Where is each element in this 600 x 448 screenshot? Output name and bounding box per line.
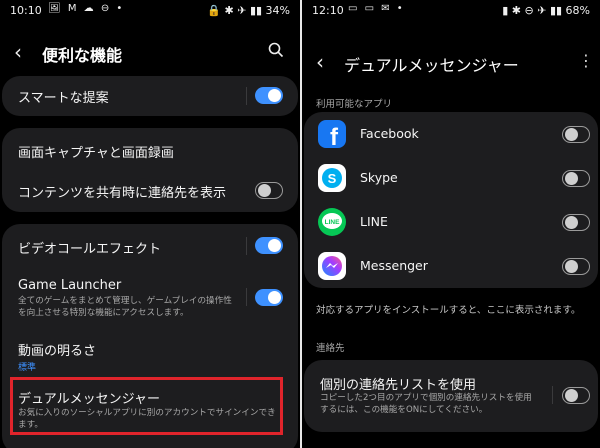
- svg-text:S: S: [328, 171, 337, 186]
- separator: [246, 288, 247, 306]
- messenger-toggle[interactable]: [562, 258, 590, 275]
- app-name: Messenger: [360, 258, 428, 273]
- search-icon[interactable]: [268, 42, 284, 58]
- line-toggle[interactable]: [562, 214, 590, 231]
- app-header: ‹ デュアルメッセンジャー ⋮: [302, 46, 600, 82]
- status-system-icons: 🔒 ✱ ✈ ▮▮ 34%: [207, 4, 290, 17]
- share-contacts-row[interactable]: コンテンツを共有時に連絡先を表示: [2, 170, 298, 212]
- row-description: コピーした2つ目のアプリで個別の連絡先リストを使用するには、この機能をONにして…: [320, 393, 532, 415]
- settings-group-capture: 画面キャプチャと画面録画 コンテンツを共有時に連絡先を表示: [2, 128, 298, 212]
- skype-toggle[interactable]: [562, 170, 590, 187]
- facebook-toggle[interactable]: [562, 126, 590, 143]
- app-list: f Facebook S Skype LINE LINE Messenger: [304, 112, 598, 288]
- row-title: コンテンツを共有時に連絡先を表示: [18, 186, 227, 201]
- app-row-skype[interactable]: S Skype: [304, 156, 598, 200]
- separator: [246, 237, 247, 255]
- app-name: Skype: [360, 170, 398, 185]
- section-header-apps: 利用可能なアプリ: [316, 99, 393, 110]
- smart-suggestions-toggle[interactable]: [255, 87, 283, 104]
- left-screen: 10:10 🖼 M ☁ ⊖ • 🔒 ✱ ✈ ▮▮ 34% ‹ 便利な機能 スマー…: [0, 0, 300, 448]
- app-header: ‹ 便利な機能: [0, 36, 300, 72]
- skype-icon: S: [318, 164, 346, 192]
- page-title: デュアルメッセンジャー: [344, 56, 519, 75]
- app-name: LINE: [360, 214, 388, 229]
- app-row-facebook[interactable]: f Facebook: [304, 112, 598, 156]
- app-name: Facebook: [360, 126, 419, 141]
- share-contacts-toggle[interactable]: [255, 182, 283, 199]
- separator: [246, 87, 247, 105]
- facebook-icon: f: [318, 120, 346, 151]
- status-system-icons: ▮ ✱ ⊖ ✈ ▮▮ 68%: [502, 4, 590, 17]
- row-title: Game Launcher: [18, 278, 122, 293]
- game-launcher-row[interactable]: Game Launcher 全てのゲームをまとめて管理し、ゲームプレイの操作性を…: [2, 268, 298, 328]
- separator: [552, 386, 553, 404]
- back-icon[interactable]: ‹: [14, 40, 22, 64]
- contacts-group: 個別の連絡先リストを使用 コピーした2つ目のアプリで個別の連絡先リストを使用する…: [304, 360, 598, 432]
- row-title: 画面キャプチャと画面録画: [18, 146, 174, 161]
- right-screen: 12:10 ▭ ▭ ✉ • ▮ ✱ ⊖ ✈ ▮▮ 68% ‹ デュアルメッセンジ…: [300, 0, 600, 448]
- separate-contacts-toggle[interactable]: [562, 387, 590, 404]
- game-launcher-toggle[interactable]: [255, 289, 283, 306]
- settings-group-suggestions: スマートな提案: [2, 76, 298, 116]
- more-options-icon[interactable]: ⋮: [578, 53, 594, 69]
- video-brightness-row[interactable]: 動画の明るさ 標準: [2, 332, 298, 376]
- video-call-effects-toggle[interactable]: [255, 237, 283, 254]
- status-time: 12:10: [312, 4, 344, 17]
- status-bar: 12:10 ▭ ▭ ✉ • ▮ ✱ ⊖ ✈ ▮▮ 68%: [302, 0, 600, 22]
- row-value: 標準: [18, 363, 37, 373]
- row-title: 個別の連絡先リストを使用: [320, 378, 477, 393]
- status-bar: 10:10 🖼 M ☁ ⊖ • 🔒 ✱ ✈ ▮▮ 34%: [0, 0, 300, 22]
- row-title: ビデオコールエフェクト: [18, 242, 162, 257]
- section-header-contacts: 連絡先: [316, 343, 345, 354]
- messenger-icon: [318, 252, 346, 280]
- screen-capture-row[interactable]: 画面キャプチャと画面録画: [2, 128, 298, 170]
- row-description: 全てのゲームをまとめて管理し、ゲームプレイの操作性を向上させる特別な機能にアクセ…: [18, 296, 232, 318]
- install-note: 対応するアプリをインストールすると、ここに表示されます。: [316, 305, 581, 316]
- app-row-messenger[interactable]: Messenger: [304, 244, 598, 288]
- row-title: スマートな提案: [18, 91, 109, 106]
- video-call-effects-row[interactable]: ビデオコールエフェクト: [2, 224, 298, 268]
- separate-contacts-row[interactable]: 個別の連絡先リストを使用 コピーした2つ目のアプリで個別の連絡先リストを使用する…: [304, 360, 598, 432]
- smart-suggestions-row[interactable]: スマートな提案: [2, 76, 298, 116]
- status-notification-icons: 🖼 M ☁ ⊖ •: [48, 3, 125, 14]
- page-title: 便利な機能: [42, 46, 123, 65]
- status-time: 10:10: [10, 4, 42, 17]
- highlight-box: [10, 377, 283, 435]
- back-icon[interactable]: ‹: [316, 50, 324, 74]
- line-icon: LINE: [318, 208, 346, 236]
- svg-text:f: f: [330, 124, 339, 148]
- svg-text:LINE: LINE: [325, 219, 340, 226]
- row-title: 動画の明るさ: [18, 344, 97, 359]
- status-notification-icons: ▭ ▭ ✉ •: [348, 3, 405, 14]
- app-row-line[interactable]: LINE LINE: [304, 200, 598, 244]
